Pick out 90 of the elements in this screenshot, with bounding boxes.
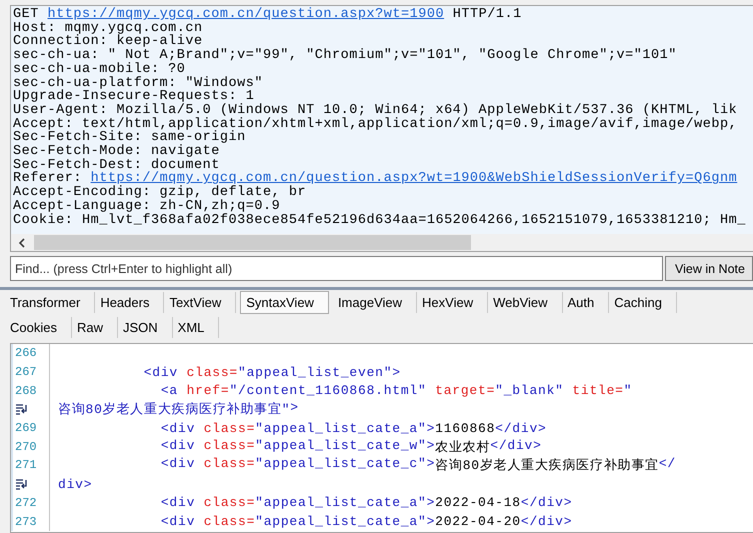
code-token: "appeal_list_cate_a" (255, 420, 427, 436)
code-token: <div (142, 364, 178, 380)
header-text: sec-ch-ua-mobile: ?0 (13, 62, 186, 77)
code-token: title= (571, 383, 624, 398)
horizontal-scrollbar[interactable] (11, 234, 753, 251)
code-token: </div> (495, 420, 547, 436)
code-token: "appeal_list_cate_w" (255, 438, 427, 455)
code-token: <a (160, 383, 178, 398)
header-text: Sec-Fetch-Site: same-origin (13, 131, 246, 146)
tab[interactable]: Caching (609, 292, 677, 313)
code-token: 2022-04-20 (435, 514, 521, 530)
code-token: > (290, 400, 299, 418)
code-token: <div (160, 456, 196, 474)
tab[interactable]: ImageView (332, 292, 418, 313)
tab[interactable]: Cookies (5, 317, 72, 338)
wrap-icon (15, 403, 29, 416)
code-token: "appeal_list_even" (238, 364, 392, 380)
header-text: Sec-Fetch-Dest: document (13, 158, 220, 172)
code-token: > (426, 514, 436, 530)
code-token: <div (160, 514, 196, 530)
code-token: class= (202, 514, 256, 530)
code-token: href= (186, 383, 230, 398)
code-token: class= (202, 438, 256, 455)
header-text: Cookie: Hm_lvt_f368afa02f038ece854fe52196d634aa=1652064266,1652151079,1653381210; Hm_ (13, 214, 746, 228)
view-in-notepad-button[interactable]: View in Note (665, 256, 753, 281)
code-token: > (426, 456, 436, 474)
line-number: 266 (15, 346, 37, 360)
line-number: 270 (15, 440, 37, 454)
line-number: 273 (15, 514, 37, 529)
code-token: "appeal_list_cate_a" (255, 514, 427, 530)
code-token: 2022-04-18 (435, 495, 521, 510)
header-text: Sec-Fetch-Mode: navigate (13, 145, 220, 159)
tab[interactable]: WebView (488, 292, 563, 313)
header-text: HTTP/1.1 (452, 8, 522, 22)
tab[interactable]: Headers (95, 292, 164, 313)
code-token: > (426, 438, 436, 455)
header-text: Upgrade-Insecure-Requests: 1 (13, 90, 254, 104)
code-token: <div (160, 495, 196, 510)
header-text: Connection: keep-alive (13, 35, 203, 50)
code-token: > (392, 364, 401, 380)
code-token: class= (186, 364, 238, 380)
code-token: class= (202, 495, 256, 510)
tab[interactable]: Raw (72, 317, 118, 338)
line-number: 272 (15, 496, 37, 510)
header-text: User-Agent: Mozilla/5.0 (Windows NT 10.0; Win64; x64) AppleWebKit/537.36 (KHTML, lik (13, 104, 738, 118)
tab[interactable]: XML (172, 317, 220, 338)
code-token: <div (160, 420, 196, 436)
wrap-icon (15, 478, 29, 490)
line-number: 271 (15, 458, 37, 472)
url-link[interactable]: https://mqmy.ygcq.com.cn/question.aspx?wt=1900&WebShieldSessionVerify=Q6gnm (90, 172, 738, 186)
code-token: class= (202, 456, 256, 474)
code-token: " (624, 383, 632, 398)
code-token: </div> (490, 438, 542, 455)
header-text: Accept: text/html,application/xhtml+xml,application/xml;q=0.9,image/avif,image/webp, (13, 118, 738, 132)
code-token: "appeal_list_cate_c" (255, 456, 427, 474)
code-token: </ (658, 456, 676, 474)
code-token: 1160868 (435, 420, 496, 436)
code-token: </div> (520, 495, 572, 510)
url-link[interactable]: https://mqmy.ygcq.com.cn/question.aspx?wt=1900 (48, 8, 444, 22)
header-text: sec-ch-ua: " Not A;Brand";v="99", "Chromium";v="101", "Google Chrome";v="101" (13, 49, 677, 63)
header-text: Referer: (13, 172, 82, 186)
line-number: 267 (15, 365, 37, 380)
tab[interactable]: Transformer (5, 292, 96, 313)
tab[interactable]: HexView (417, 292, 488, 313)
tab[interactable]: TextView (164, 292, 236, 313)
header-text: GET (13, 8, 40, 22)
header-text: Host: mqmy.ygcq.com.cn (13, 22, 203, 36)
header-text: Accept-Encoding: gzip, deflate, br (13, 186, 306, 200)
tab[interactable]: JSON (118, 317, 173, 338)
code-token: "/content_1160868.html" (229, 383, 427, 398)
tab[interactable]: SyntaxView (240, 291, 329, 314)
code-token: 农业农村 (435, 438, 490, 456)
code-token: 咨询80岁老人重大疾病医疗补助事宜 (435, 457, 659, 474)
find-field[interactable]: Find... (press Ctrl+Enter to highlight all) (10, 256, 663, 281)
header-text: Accept-Language: zh-CN,zh;q=0.9 (13, 200, 280, 214)
code-token: "appeal_list_cate_a" (255, 495, 427, 510)
code-token: > (426, 420, 436, 436)
code-token: "_blank" (495, 383, 564, 398)
code-token: class= (202, 420, 256, 436)
code-token: </div> (520, 514, 572, 530)
line-number: 268 (15, 384, 37, 398)
code-token: <div (160, 438, 196, 455)
code-token: > (426, 495, 436, 510)
line-number: 269 (15, 421, 37, 436)
code-token: 咨询80岁老人重大疾病医疗补助事宜" (58, 401, 290, 418)
header-text: sec-ch-ua-platform: "Windows" (13, 76, 264, 90)
code-token: target= (434, 383, 496, 398)
scroll-thumb[interactable] (34, 235, 471, 250)
code-token: div> (58, 476, 92, 492)
tab[interactable]: Auth (562, 292, 610, 313)
